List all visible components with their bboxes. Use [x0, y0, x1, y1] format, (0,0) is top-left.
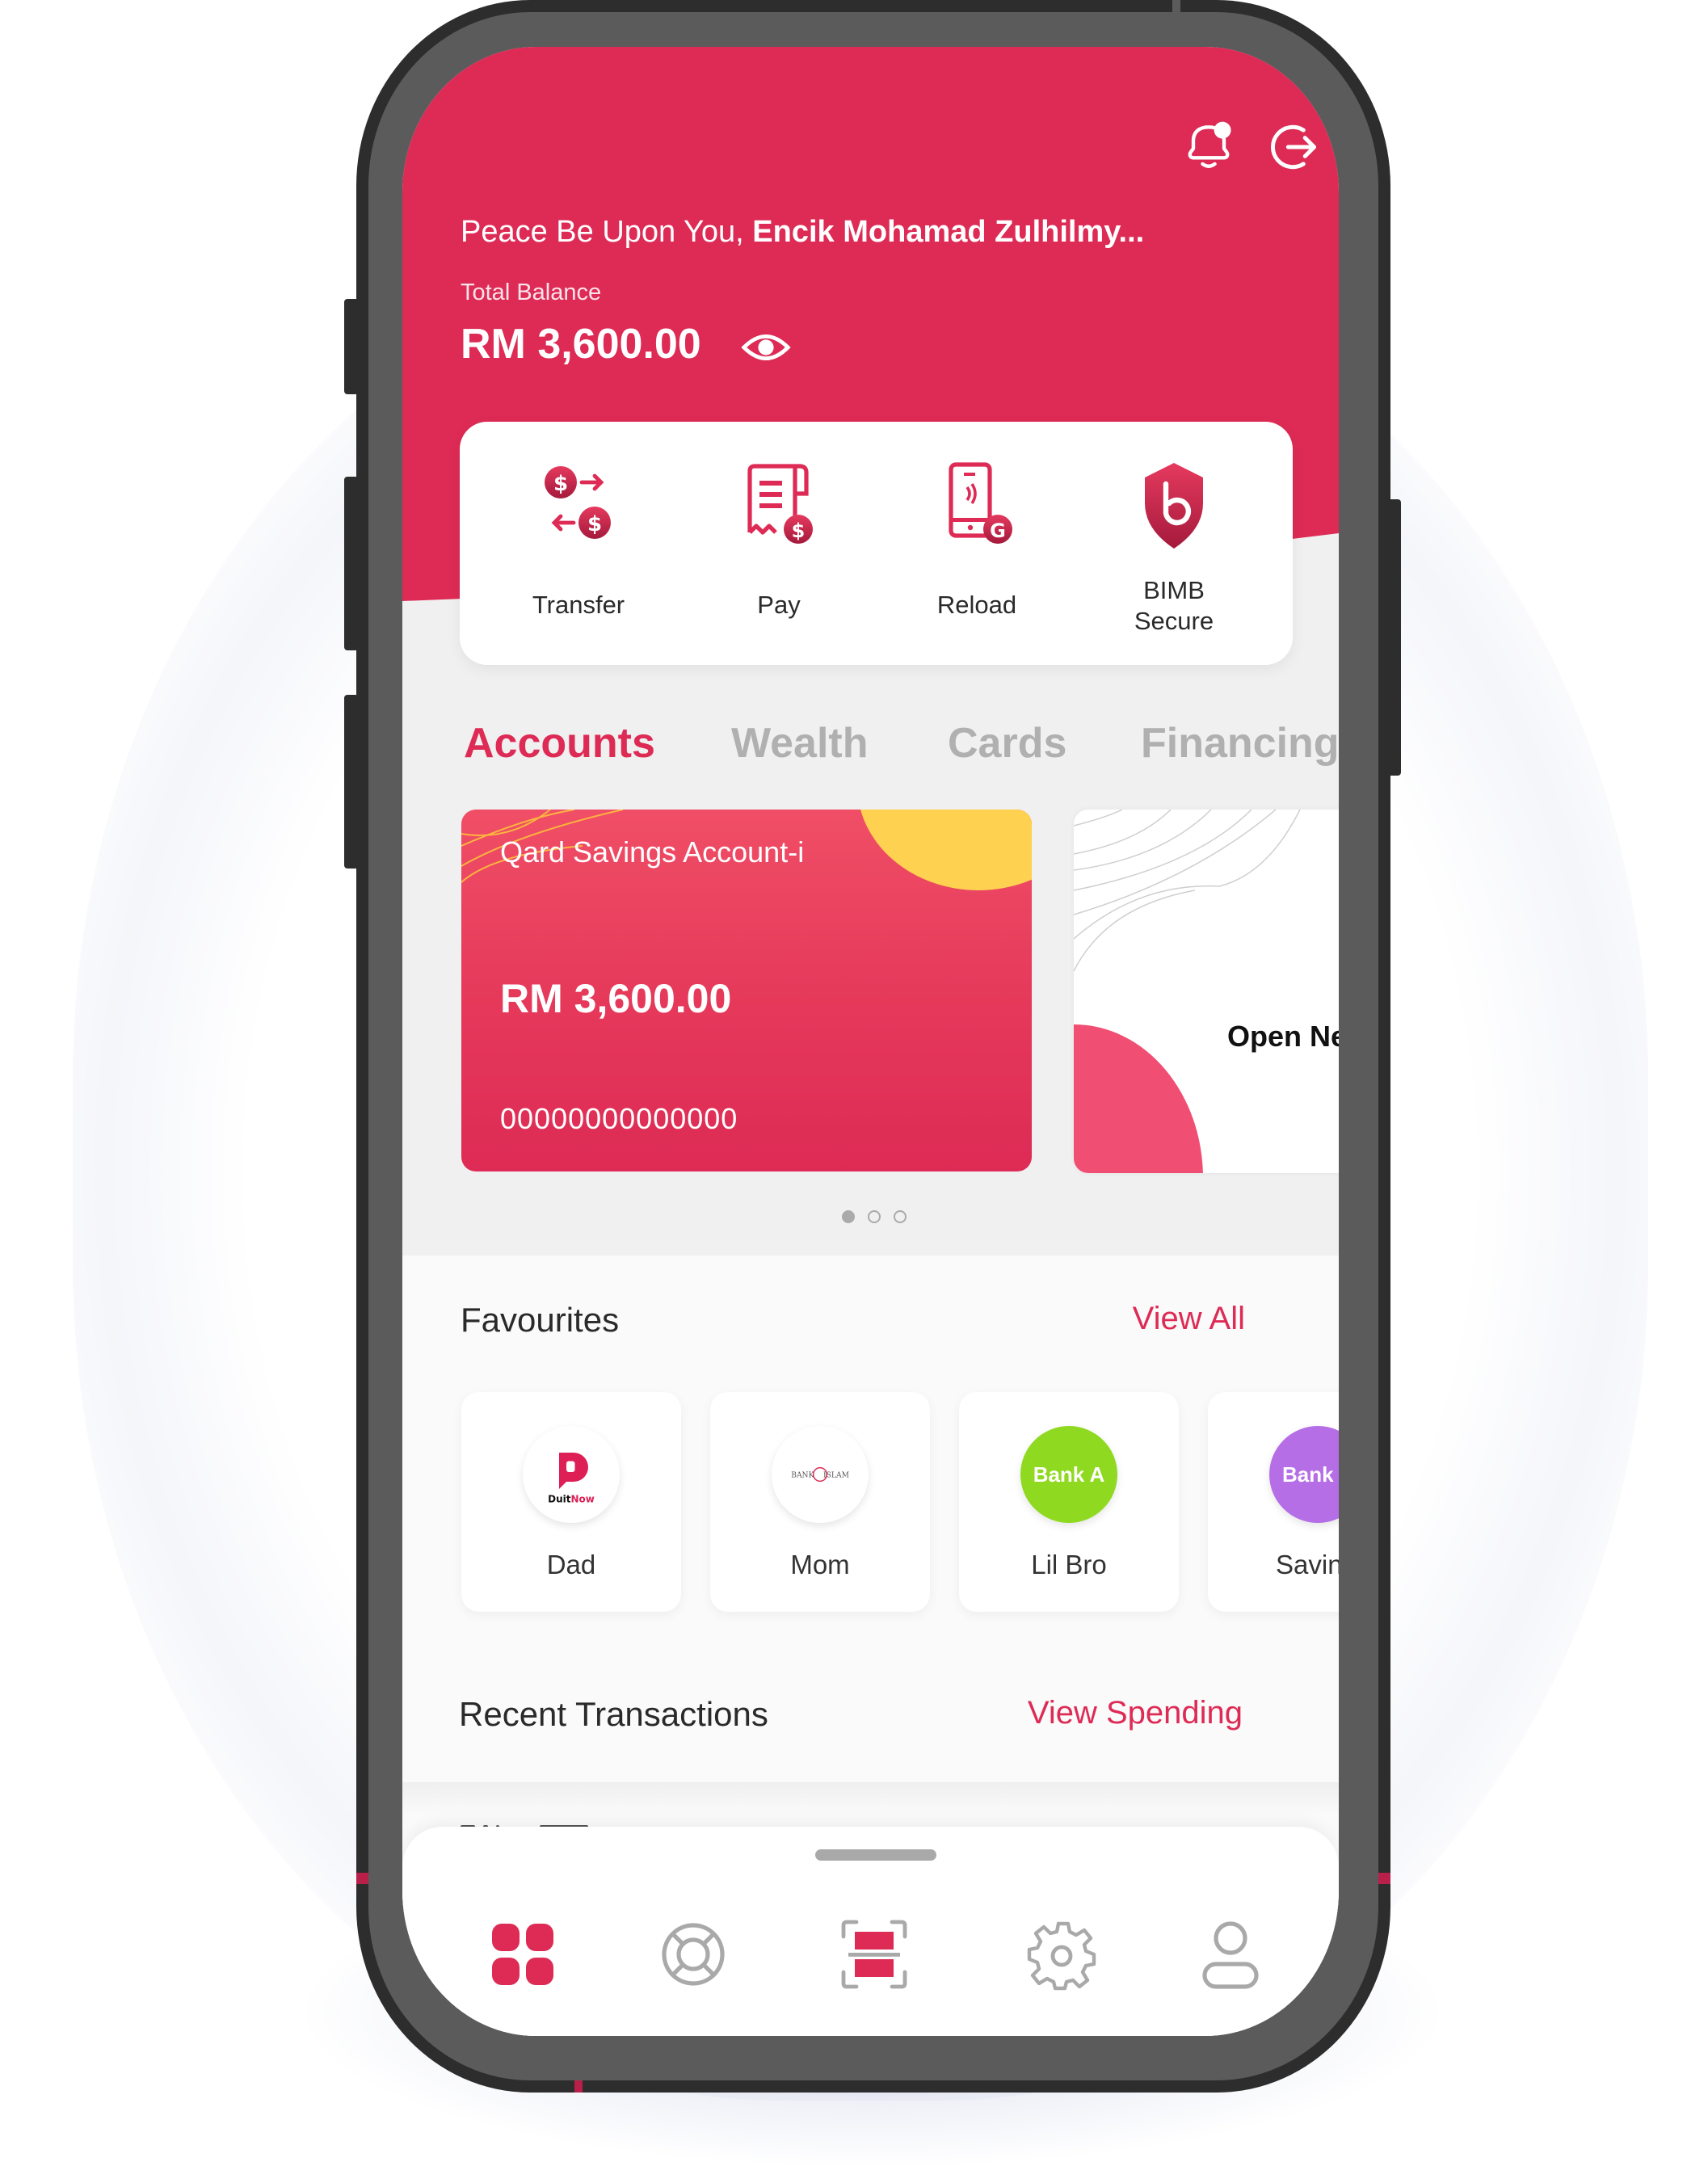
- bank-islam-text-a: BANK: [791, 1470, 814, 1479]
- quick-actions-card: $ $ Transfer $ Pay G Reload BIMB Secure: [460, 422, 1293, 665]
- view-all-link[interactable]: View All: [1133, 1301, 1245, 1337]
- antenna-line: [574, 2080, 583, 2093]
- card-wave-lines: [1074, 810, 1301, 972]
- logout-icon[interactable]: [1262, 116, 1323, 178]
- duitnow-text-a: Duit: [548, 1494, 571, 1505]
- favourite-name: Savin: [1276, 1550, 1339, 1579]
- nav-profile[interactable]: [1192, 1916, 1269, 1993]
- eye-icon[interactable]: [740, 322, 792, 373]
- svg-text:$: $: [792, 519, 806, 542]
- greeting-text: Peace Be Upon You, Encik Mohamad Zulhilm…: [461, 215, 1144, 250]
- favourite-item-mom[interactable]: BANK ISLAM Mom: [710, 1392, 930, 1612]
- antenna-line: [1172, 0, 1180, 12]
- bank-logo-text: Bank: [1282, 1462, 1334, 1487]
- nav-settings[interactable]: [1024, 1916, 1102, 1993]
- bank-islam-logo: BANK ISLAM: [772, 1426, 869, 1523]
- bell-icon[interactable]: [1178, 116, 1239, 178]
- svg-text:G: G: [990, 519, 1006, 542]
- tab-cards[interactable]: Cards: [948, 719, 1066, 768]
- bottom-navigation: [402, 1827, 1339, 2036]
- pay-label: Pay: [757, 591, 801, 619]
- card-decoration: [1074, 1024, 1203, 1173]
- duitnow-logo: DuitNow: [523, 1426, 620, 1523]
- svg-text:DuitNow: DuitNow: [548, 1494, 595, 1505]
- gear-icon: [1027, 1921, 1096, 1991]
- favourite-name: Dad: [546, 1550, 596, 1579]
- svg-text:$: $: [553, 472, 568, 496]
- phone-frame: Peace Be Upon You, Encik Mohamad Zulhilm…: [356, 0, 1390, 2093]
- total-balance-label: Total Balance: [461, 280, 602, 305]
- transactions-divider: [402, 1782, 1339, 1815]
- bank-logo: Bank: [1269, 1426, 1339, 1523]
- account-card[interactable]: Qard Savings Account-i RM 3,600.00 00000…: [461, 810, 1032, 1171]
- favourites-title: Favourites: [461, 1301, 620, 1339]
- account-balance: RM 3,600.00: [500, 976, 732, 1021]
- favourite-name: Lil Bro: [1031, 1550, 1107, 1579]
- sheet-drag-handle[interactable]: [815, 1849, 936, 1861]
- view-spending-link[interactable]: View Spending: [1028, 1695, 1243, 1731]
- user-icon: [1202, 1921, 1259, 1989]
- favourite-item-savings[interactable]: Bank Savin: [1208, 1392, 1339, 1612]
- account-number: 00000000000000: [500, 1102, 738, 1135]
- antenna-line: [1378, 1873, 1390, 1884]
- bimb-secure-button[interactable]: BIMB Secure: [1077, 422, 1271, 665]
- duitnow-icon: DuitNow: [548, 1453, 595, 1505]
- tab-financing[interactable]: Financing: [1141, 719, 1339, 768]
- pagination-dot[interactable]: [894, 1210, 907, 1223]
- transfer-label: Transfer: [532, 591, 625, 619]
- nav-help[interactable]: [654, 1916, 732, 1993]
- bank-islam-text-b: ISLAM: [823, 1470, 849, 1479]
- tab-accounts[interactable]: Accounts: [464, 719, 655, 768]
- open-new-account-label: Open Ne: [1227, 1020, 1339, 1053]
- user-name: Encik Mohamad Zulhilmy...: [752, 215, 1145, 249]
- favourite-name: Mom: [790, 1550, 850, 1579]
- duitnow-text-b: Now: [570, 1494, 594, 1505]
- pagination-dot[interactable]: [868, 1210, 881, 1223]
- tab-wealth[interactable]: Wealth: [731, 719, 869, 768]
- recent-transactions-title: Recent Transactions: [459, 1695, 768, 1733]
- reload-phone-icon: G: [949, 462, 1012, 544]
- app-screen: Peace Be Upon You, Encik Mohamad Zulhilm…: [402, 47, 1339, 2036]
- bank-islam-icon: BANK ISLAM: [791, 1466, 849, 1483]
- bank-a-logo: Bank A: [1020, 1426, 1117, 1523]
- carousel-pagination: [842, 1210, 907, 1223]
- nav-scan[interactable]: [835, 1916, 913, 1993]
- nav-home[interactable]: [484, 1916, 562, 1993]
- svg-text:$: $: [587, 512, 602, 536]
- pay-bill-icon: $: [747, 464, 813, 544]
- favourite-item-dad[interactable]: DuitNow Dad: [461, 1392, 681, 1612]
- bimb-secure-shield-icon: [1145, 463, 1203, 549]
- bimb-secure-label: BIMB Secure: [1134, 576, 1214, 635]
- pagination-dot-active[interactable]: [842, 1210, 855, 1223]
- antenna-line: [356, 1873, 368, 1884]
- bank-a-logo-text: Bank A: [1033, 1462, 1105, 1487]
- account-name: Qard Savings Account-i: [500, 835, 805, 869]
- qr-scan-icon: [841, 1920, 907, 1989]
- favourite-item-lil-bro[interactable]: Bank A Lil Bro: [959, 1392, 1179, 1612]
- card-decoration: [857, 810, 1032, 890]
- pay-button[interactable]: $ Pay: [682, 422, 876, 665]
- open-new-account-card[interactable]: Open Ne: [1074, 810, 1339, 1173]
- lifebuoy-icon: [662, 1923, 725, 1986]
- transfer-button[interactable]: $ $ Transfer: [482, 422, 675, 665]
- dashboard-grid-icon: [492, 1924, 553, 1985]
- greeting-prefix: Peace Be Upon You,: [461, 215, 753, 249]
- reload-button[interactable]: G Reload: [880, 422, 1074, 665]
- total-balance-value: RM 3,600.00: [461, 321, 701, 368]
- reload-label: Reload: [936, 591, 1017, 619]
- transfer-icon: $ $: [545, 466, 611, 539]
